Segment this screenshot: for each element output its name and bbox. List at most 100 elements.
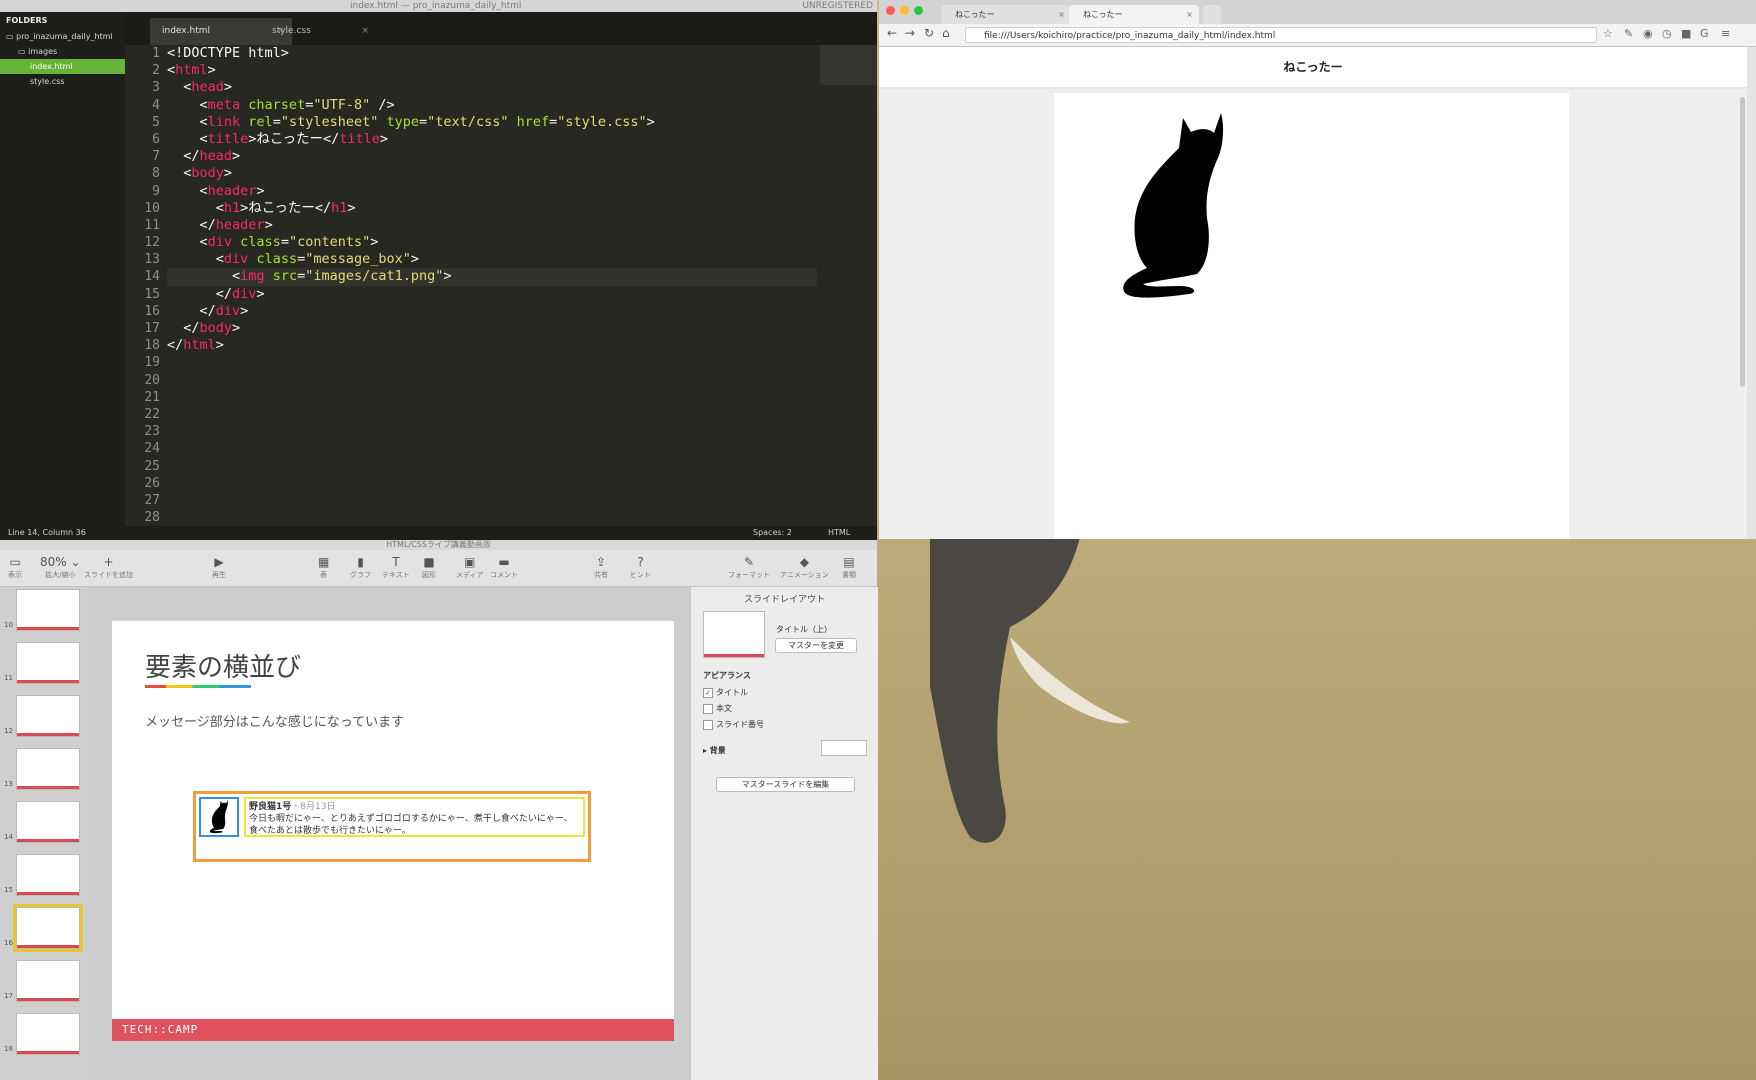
toolbar-label: 拡大/縮小	[45, 571, 76, 579]
code-token: >ねこったー</	[248, 130, 340, 147]
toolbar-button[interactable]: ▦ 表	[318, 554, 329, 580]
code-line[interactable]: <link rel="stylesheet" type="text/css" h…	[167, 114, 817, 131]
code-line[interactable]: </header>	[167, 217, 817, 234]
extension-icon[interactable]: ◉	[1643, 27, 1653, 40]
code-line[interactable]: <div class="message_box">	[167, 251, 817, 268]
code-line[interactable]: </html>	[167, 337, 817, 354]
line-number: 27	[144, 492, 160, 508]
toolbar-button[interactable]: ✎ フォーマット	[728, 554, 770, 580]
code-area[interactable]: <!DOCTYPE html> <html> <head> <meta chars…	[167, 45, 817, 354]
sidebar-item-style-css[interactable]: style.css	[0, 74, 125, 89]
code-token: >	[370, 234, 379, 251]
new-tab-button[interactable]	[1203, 5, 1221, 24]
indentation-setting[interactable]: Spaces: 2	[753, 526, 792, 540]
code-line[interactable]: <!DOCTYPE html>	[167, 45, 817, 62]
slide-thumbnail[interactable]	[16, 642, 80, 684]
edit-master-slide-button[interactable]: マスタースライドを編集	[716, 777, 855, 792]
close-tab-icon[interactable]: ×	[1186, 5, 1193, 24]
code-line[interactable]: <body>	[167, 165, 817, 182]
slide-number-checkbox[interactable]: スライド番号	[703, 719, 764, 730]
home-icon[interactable]: ⌂	[942, 26, 950, 40]
tab-style-css[interactable]: style.css ×	[260, 18, 377, 45]
toolbar-button[interactable]: T テキスト	[382, 554, 410, 580]
toolbar-button[interactable]: ▣ メディア	[456, 554, 484, 580]
toolbar-button[interactable]: 80% ⌄ 拡大/縮小	[40, 554, 81, 580]
code-line[interactable]: <meta charset="UTF-8" />	[167, 97, 817, 114]
background-disclosure[interactable]: ▸ 背景	[703, 745, 726, 756]
toolbar-button[interactable]: ◆ アニメーション	[780, 554, 829, 580]
folder-icon: ▭	[18, 47, 29, 56]
toolbar-button[interactable]: + スライドを追加	[84, 554, 133, 580]
minimap[interactable]	[820, 45, 877, 85]
code-line[interactable]: </div>	[167, 303, 817, 320]
browser-tab[interactable]: ねこったー ×	[941, 5, 1071, 24]
slide-thumbnail[interactable]	[16, 589, 80, 631]
message-box-diagram[interactable]: 野良猫1号・8月13日 今日も暇だにゃー、とりあえずゴロゴロするかにゃー、煮干し…	[193, 791, 591, 862]
code-line[interactable]: <head>	[167, 79, 817, 96]
reload-icon[interactable]: ↻	[924, 26, 934, 40]
close-tab-icon[interactable]: ×	[1058, 5, 1065, 24]
slide-body-text[interactable]: メッセージ部分はこんな感じになっています	[145, 711, 404, 730]
slide-thumbnail[interactable]	[16, 1013, 80, 1055]
back-icon[interactable]: ←	[887, 26, 897, 40]
sidebar-item-project-folder[interactable]: ▭ pro_inazuma_daily_html	[0, 29, 125, 44]
close-tab-icon[interactable]: ×	[361, 18, 369, 45]
close-window-button[interactable]	[886, 6, 895, 15]
sidebar-item-index-html[interactable]: index.html	[0, 59, 125, 74]
extension-icon[interactable]: G	[1700, 27, 1709, 40]
toolbar-button[interactable]: ▬ コメント	[490, 554, 518, 580]
slide-thumbnail[interactable]	[16, 801, 80, 843]
code-line[interactable]: </body>	[167, 320, 817, 337]
toolbar-button[interactable]: ? ヒント	[630, 554, 651, 580]
address-bar[interactable]: file:///Users/koichiro/practice/pro_inaz…	[965, 27, 1597, 43]
toolbar-button[interactable]: ⇪ 共有	[594, 554, 608, 580]
bookmark-star-icon[interactable]: ☆	[1603, 27, 1613, 40]
forward-icon[interactable]: →	[905, 26, 915, 40]
thumbnail-footer	[17, 998, 79, 1001]
code-line[interactable]: </head>	[167, 148, 817, 165]
slide-thumbnail[interactable]	[16, 695, 80, 737]
slide-number: 12	[4, 727, 13, 735]
code-line[interactable]: <html>	[167, 62, 817, 79]
code-token: >	[646, 113, 655, 130]
background-color-well[interactable]	[821, 740, 867, 756]
toolbar-button[interactable]: ▤ 書類	[842, 554, 856, 580]
elephant-photo	[930, 537, 1130, 843]
toolbar-button[interactable]: ■ 図形	[422, 554, 436, 580]
slide-thumbnail[interactable]	[16, 748, 80, 790]
code-line[interactable]: <header>	[167, 183, 817, 200]
toolbar-button[interactable]: ▮ グラフ	[350, 554, 371, 580]
current-slide[interactable]: 要素の横並び メッセージ部分はこんな感じになっています 野良猫1号・8月13日 …	[112, 621, 674, 1041]
code-token: >	[256, 285, 265, 302]
browser-tab-active[interactable]: ねこったー ×	[1069, 5, 1199, 24]
syntax-mode[interactable]: HTML	[828, 526, 850, 540]
extension-icon[interactable]: ✎	[1624, 27, 1633, 40]
slide-navigator[interactable]: 10 11 12 13 14 15 16 17 18	[0, 587, 86, 1080]
sidebar-item-images-folder[interactable]: ▭ images	[0, 44, 125, 59]
slide-thumbnail[interactable]	[16, 854, 80, 896]
code-line[interactable]: <title>ねこったー</title>	[167, 131, 817, 148]
minimize-window-button[interactable]	[900, 6, 909, 15]
body-checkbox[interactable]: 本文	[703, 703, 732, 714]
toolbar-button[interactable]: ▭ 表示	[8, 554, 22, 580]
code-line[interactable]: </div>	[167, 286, 817, 303]
thumbnail-footer	[17, 892, 79, 895]
extension-icon[interactable]: ◷	[1662, 27, 1672, 40]
extension-icon[interactable]: ■	[1681, 27, 1691, 40]
title-checkbox[interactable]: ✓ タイトル	[703, 687, 748, 698]
layout-thumbnail[interactable]	[703, 611, 765, 658]
slide-thumbnail[interactable]	[16, 960, 80, 1002]
slide-title[interactable]: 要素の横並び	[145, 647, 301, 684]
code-line[interactable]: <div class="contents">	[167, 234, 817, 251]
page-scrollbar[interactable]	[1740, 97, 1745, 387]
change-master-button[interactable]: マスターを変更	[775, 638, 857, 653]
slide-thumbnail[interactable]	[13, 904, 83, 952]
menu-icon[interactable]: ≡	[1721, 27, 1730, 40]
code-token: body	[191, 165, 224, 182]
code-line[interactable]: <img src="images/cat1.png">	[167, 268, 817, 286]
line-number: 11	[144, 217, 160, 233]
code-line[interactable]: <h1>ねこったー</h1>	[167, 200, 817, 217]
zoom-window-button[interactable]	[914, 6, 923, 15]
toolbar-button[interactable]: ▶ 再生	[212, 554, 226, 580]
